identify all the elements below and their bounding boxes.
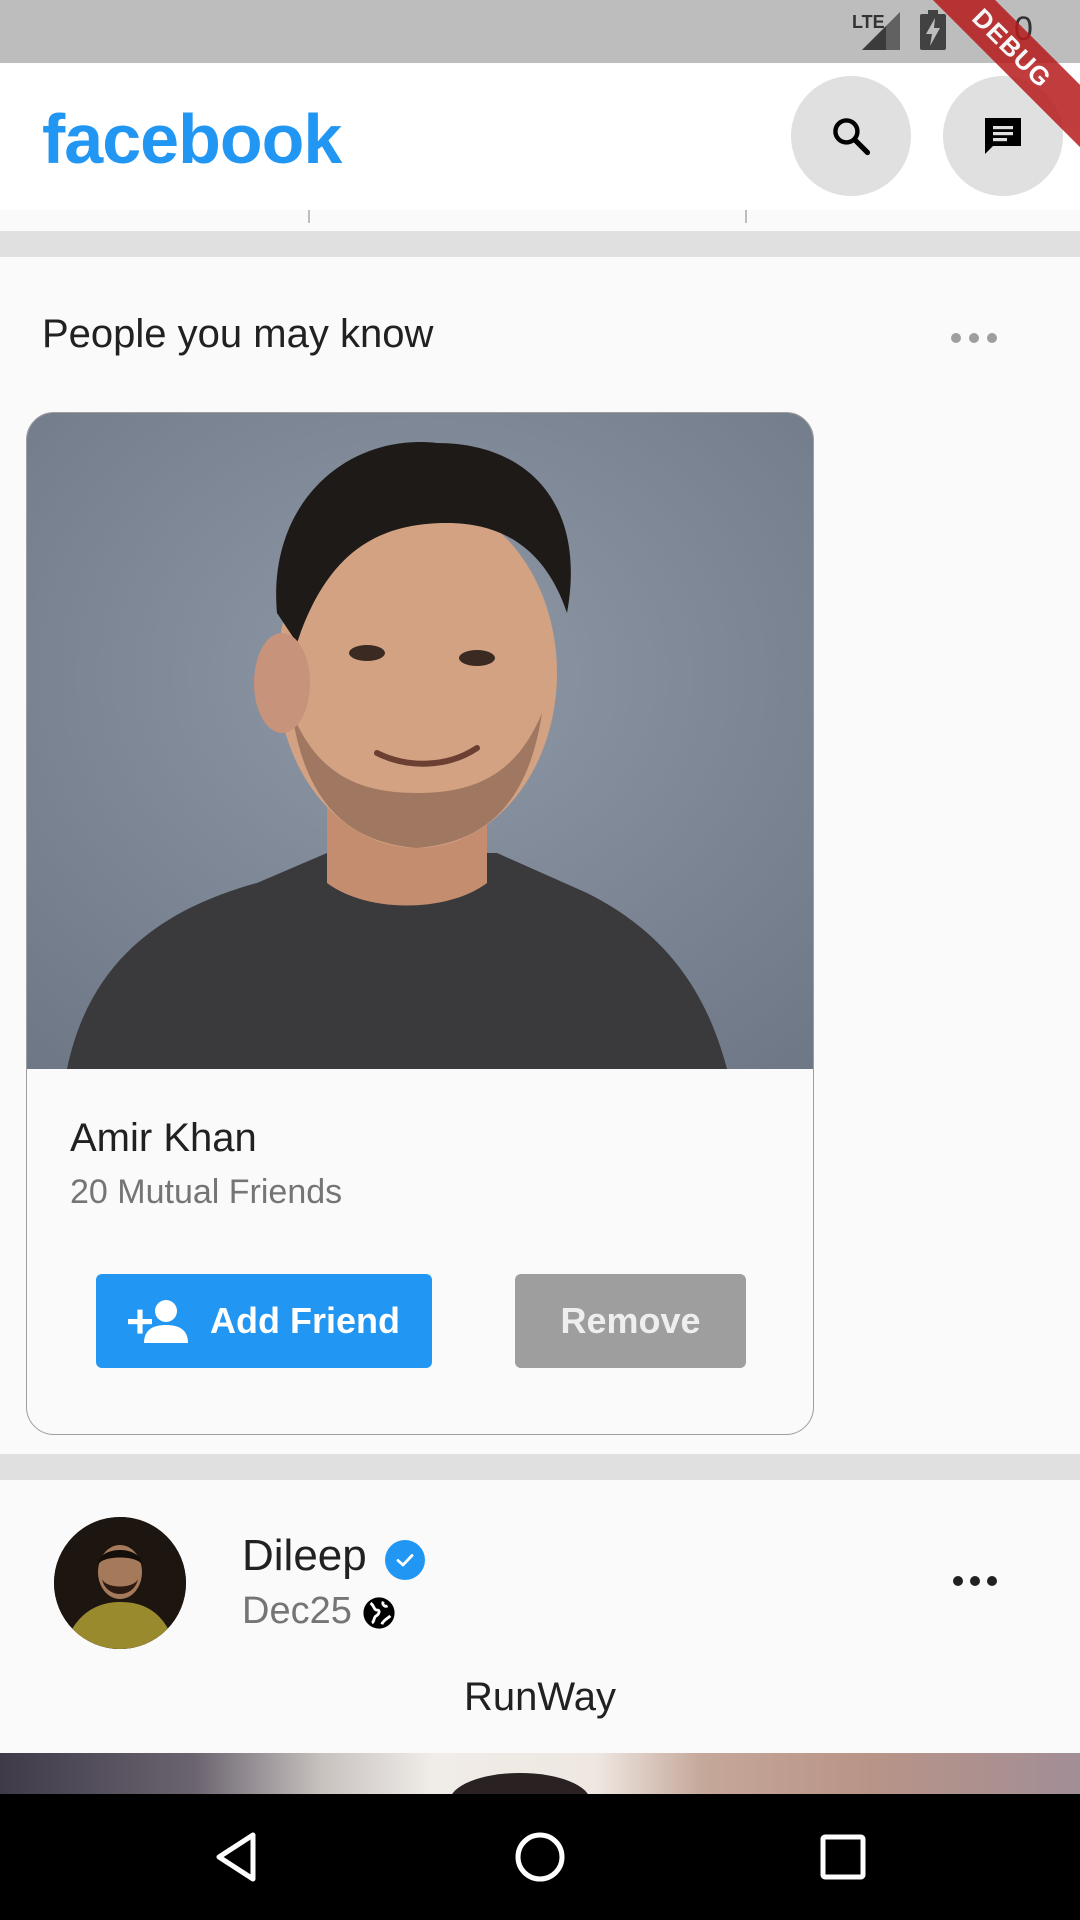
app-logo: facebook — [42, 100, 342, 178]
add-friend-button[interactable]: Add Friend — [96, 1274, 432, 1368]
search-icon — [833, 118, 871, 156]
battery-charging-icon — [920, 10, 946, 50]
mutual-friends-count: 20 Mutual Friends — [70, 1173, 343, 1211]
remove-button[interactable]: Remove — [515, 1274, 746, 1368]
tab-divider — [308, 210, 310, 223]
post-image[interactable] — [0, 1753, 1080, 1794]
verified-icon — [385, 1540, 425, 1580]
person-add-icon — [128, 1300, 188, 1343]
status-bar: LTE 0 — [0, 0, 1080, 63]
friend-suggestion-card: Amir Khan 20 Mutual Friends Add Friend R… — [26, 412, 814, 1435]
system-nav-bar — [0, 1794, 1080, 1920]
post-text: RunWay — [464, 1675, 616, 1719]
suggested-person-name[interactable]: Amir Khan — [70, 1116, 257, 1161]
recents-square-icon — [820, 1834, 866, 1880]
back-button[interactable] — [202, 1822, 272, 1892]
home-circle-icon — [515, 1832, 565, 1882]
screen: LTE 0 DEBUG facebook — [0, 0, 1080, 1920]
search-button[interactable] — [791, 76, 911, 196]
more-horizontal-icon[interactable] — [950, 328, 998, 348]
post-author-name[interactable]: Dileep — [242, 1531, 367, 1581]
section-separator — [0, 1454, 1080, 1480]
post-date: Dec25 — [242, 1590, 352, 1632]
avatar-illustration — [54, 1517, 186, 1649]
messenger-icon — [985, 118, 1021, 154]
more-horizontal-icon[interactable] — [952, 1572, 998, 1590]
avatar[interactable] — [54, 1517, 186, 1649]
tab-divider — [745, 210, 747, 223]
recents-button[interactable] — [808, 1822, 878, 1892]
section-separator — [0, 231, 1080, 257]
person-photo-illustration — [27, 413, 813, 1069]
add-friend-label: Add Friend — [210, 1300, 400, 1341]
home-button[interactable] — [505, 1822, 575, 1892]
signal-icon — [862, 12, 900, 50]
app-bar: facebook — [0, 63, 1080, 210]
post-image-illustration — [452, 1773, 588, 1794]
tab-row-remnant — [0, 210, 1080, 224]
section-title: People you may know — [42, 312, 434, 356]
profile-photo[interactable] — [27, 413, 813, 1069]
globe-icon — [363, 1597, 395, 1629]
back-triangle-icon — [216, 1832, 256, 1882]
